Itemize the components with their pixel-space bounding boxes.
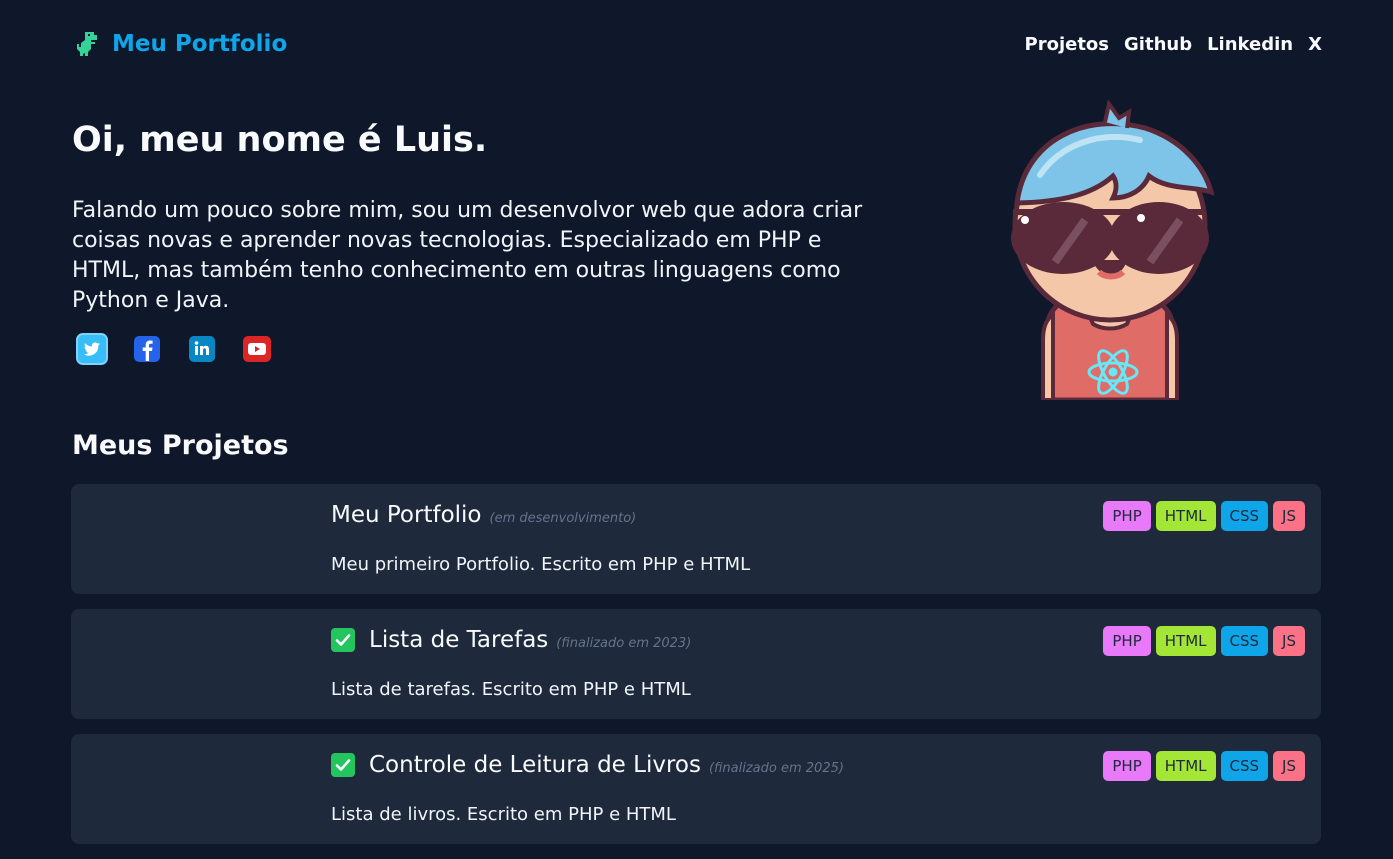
project-card[interactable]: Controle de Leitura de Livros (finalizad… bbox=[71, 734, 1321, 844]
project-description: Meu primeiro Portfolio. Escrito em PHP e… bbox=[331, 554, 751, 575]
tag-php: PHP bbox=[1103, 626, 1151, 656]
project-description: Lista de livros. Escrito em PHP e HTML bbox=[331, 804, 676, 825]
check-mark-icon bbox=[331, 628, 355, 652]
avatar-illustration bbox=[1011, 100, 1215, 400]
social-links bbox=[76, 333, 273, 365]
project-title: Controle de Leitura de Livros bbox=[369, 752, 701, 778]
project-status: (em desenvolvimento) bbox=[489, 511, 637, 526]
project-tags: PHP HTML CSS JS bbox=[1103, 626, 1305, 656]
nav-link-x[interactable]: X bbox=[1308, 34, 1322, 55]
twitter-link[interactable] bbox=[76, 333, 108, 365]
project-tags: PHP HTML CSS JS bbox=[1103, 501, 1305, 531]
project-description: Lista de tarefas. Escrito em PHP e HTML bbox=[331, 679, 691, 700]
nav-link-github[interactable]: Github bbox=[1124, 34, 1192, 55]
tag-html: HTML bbox=[1155, 626, 1216, 656]
tag-php: PHP bbox=[1103, 751, 1151, 781]
brand-title: Meu Portfolio bbox=[112, 31, 288, 57]
project-status: (finalizado em 2025) bbox=[708, 761, 844, 776]
nav-link-projetos[interactable]: Projetos bbox=[1025, 34, 1110, 55]
main-nav: Projetos Github Linkedin X bbox=[1025, 34, 1322, 55]
facebook-link[interactable] bbox=[131, 333, 163, 365]
twitter-icon bbox=[76, 333, 108, 365]
project-card[interactable]: Lista de Tarefas (finalizado em 2023) Li… bbox=[71, 609, 1321, 719]
nav-link-linkedin[interactable]: Linkedin bbox=[1207, 34, 1293, 55]
tag-html: HTML bbox=[1155, 501, 1216, 531]
project-status: (finalizado em 2023) bbox=[556, 636, 692, 651]
projects-list: Meu Portfolio (em desenvolvimento) Meu p… bbox=[71, 484, 1321, 859]
project-heading: Meu Portfolio (em desenvolvimento) bbox=[331, 502, 636, 528]
tag-js: JS bbox=[1273, 751, 1305, 781]
hero-title: Oi, meu nome é Luis. bbox=[72, 120, 488, 160]
linkedin-link[interactable] bbox=[186, 333, 218, 365]
project-title: Meu Portfolio bbox=[331, 502, 482, 528]
project-card[interactable]: Meu Portfolio (em desenvolvimento) Meu p… bbox=[71, 484, 1321, 594]
tag-css: CSS bbox=[1220, 501, 1269, 531]
projects-section-title: Meus Projetos bbox=[72, 430, 289, 461]
site-header: Meu Portfolio Projetos Github Linkedin X bbox=[72, 26, 1322, 62]
dinosaur-logo-icon bbox=[77, 32, 97, 56]
tag-css: CSS bbox=[1220, 626, 1269, 656]
tag-js: JS bbox=[1273, 626, 1305, 656]
tag-php: PHP bbox=[1103, 501, 1151, 531]
tag-js: JS bbox=[1273, 501, 1305, 531]
linkedin-icon bbox=[189, 336, 215, 362]
facebook-icon bbox=[134, 336, 160, 362]
brand[interactable]: Meu Portfolio bbox=[72, 29, 287, 59]
project-tags: PHP HTML CSS JS bbox=[1103, 751, 1305, 781]
project-heading: Lista de Tarefas (finalizado em 2023) bbox=[331, 627, 691, 653]
youtube-link[interactable] bbox=[241, 333, 273, 365]
tag-html: HTML bbox=[1155, 751, 1216, 781]
project-title: Lista de Tarefas bbox=[369, 627, 549, 653]
check-mark-icon bbox=[331, 753, 355, 777]
tag-css: CSS bbox=[1220, 751, 1269, 781]
youtube-icon bbox=[243, 336, 271, 362]
hero-description: Falando um pouco sobre mim, sou um desen… bbox=[72, 198, 863, 313]
project-heading: Controle de Leitura de Livros (finalizad… bbox=[331, 752, 844, 778]
